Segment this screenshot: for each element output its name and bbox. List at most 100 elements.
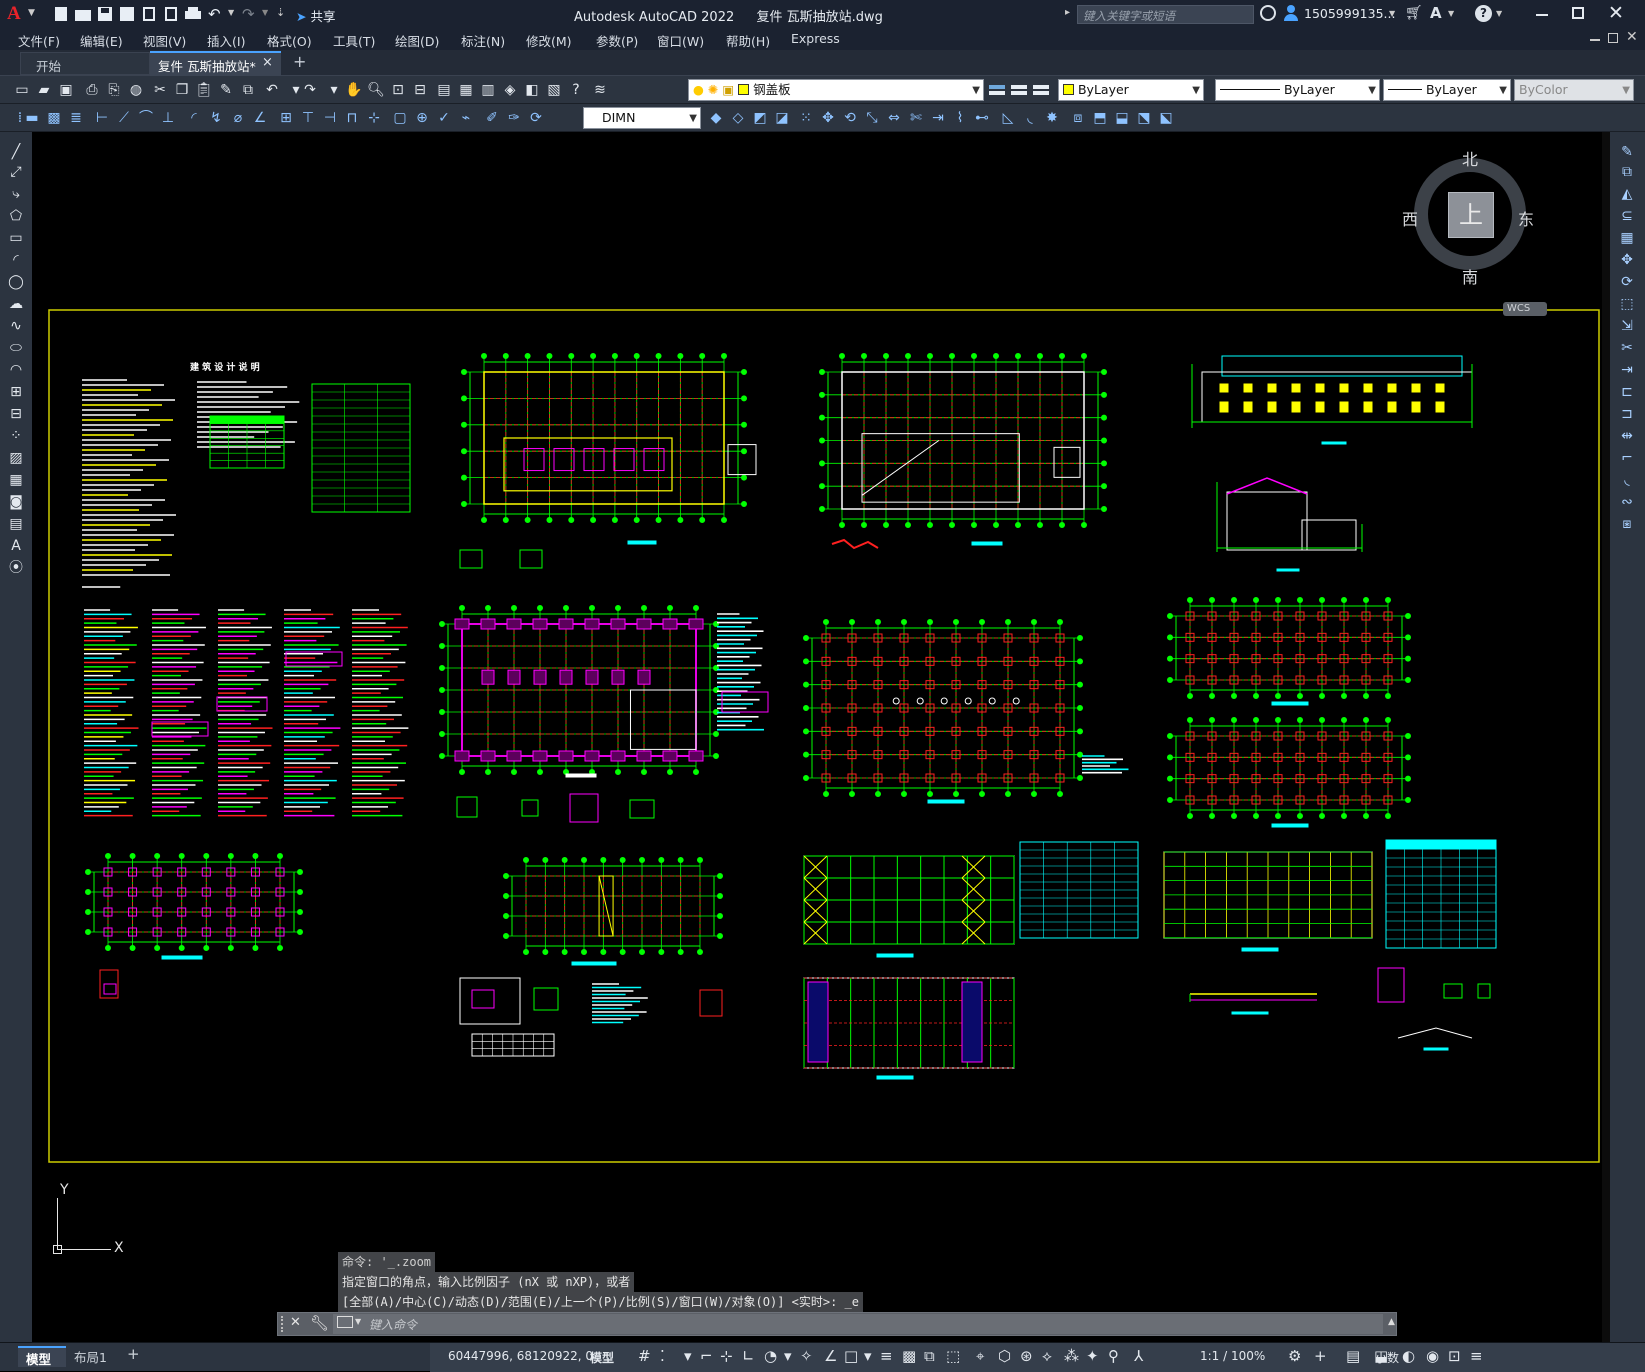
inspect-icon[interactable]: ✓ <box>434 108 454 128</box>
vertical-scrollbar[interactable] <box>1602 132 1610 1342</box>
compass-north[interactable]: 北 <box>1462 146 1478 170</box>
annotation-visibility-icon[interactable]: ⟡ <box>1042 1347 1052 1365</box>
app-menu-arrow-icon[interactable]: ▼ <box>28 8 35 18</box>
quickcalc-icon[interactable]: ▧ <box>544 80 564 100</box>
block-editor-icon[interactable]: ⧉ <box>238 80 258 100</box>
3dosnap-icon[interactable]: ⬚ <box>946 1347 960 1365</box>
viewcube-face-top[interactable]: 上 <box>1448 192 1494 238</box>
revcloud-icon[interactable]: ☁ <box>5 294 27 314</box>
dim-diameter-icon[interactable]: ⌀ <box>228 108 248 128</box>
menu-help[interactable]: 帮助(H) <box>726 31 770 50</box>
lineweight-icon[interactable]: ≡ <box>880 1347 893 1365</box>
plotstyle-combo[interactable]: ByColor ▼ <box>1514 79 1634 101</box>
chamfer-icon[interactable]: ◺ <box>998 108 1018 128</box>
open-from-web-icon[interactable] <box>140 5 158 23</box>
dynamic-ucs-icon[interactable]: ⌖ <box>976 1347 984 1365</box>
user-dropdown-icon[interactable]: ▼ <box>1389 9 1395 18</box>
explode-object-icon[interactable]: ⧆ <box>1616 514 1638 534</box>
ortho-icon[interactable]: ∟ <box>742 1347 755 1365</box>
share-button[interactable]: ➤ 共享 <box>296 6 335 24</box>
dim-update-icon[interactable]: ⟳ <box>526 108 546 128</box>
save-icon[interactable] <box>96 5 114 23</box>
dim-arc-icon[interactable]: ⌒ <box>136 108 156 128</box>
center-mark-icon[interactable]: ⊕ <box>412 108 432 128</box>
erase-icon[interactable]: ✎ <box>1616 142 1638 162</box>
mtext-icon[interactable]: A <box>5 536 27 556</box>
stretch-icon[interactable]: ⇔ <box>884 108 904 128</box>
send-back-icon[interactable]: ⬓ <box>1112 108 1132 128</box>
viewcube[interactable]: 上 北 南 东 西 <box>1402 146 1542 296</box>
menu-modify[interactable]: 修改(M) <box>526 31 572 50</box>
dim-aligned-icon[interactable]: ⟋ <box>114 108 134 128</box>
user-name[interactable]: 1505999135... <box>1304 6 1395 21</box>
array-object-icon[interactable]: ▦ <box>1616 228 1638 248</box>
break-icon[interactable]: ⌇ <box>950 108 970 128</box>
wcs-menu-button[interactable]: WCS <box>1503 302 1547 316</box>
layer-isolate-icon[interactable]: ▩ <box>44 108 64 128</box>
annotation-scale-icon[interactable]: ⅄ <box>1134 1347 1143 1365</box>
chamfer-object-icon[interactable]: ⌐ <box>1616 448 1638 468</box>
transparency-icon[interactable]: ▩ <box>902 1347 916 1365</box>
snap-dropdown-icon[interactable]: ▾ <box>684 1347 692 1365</box>
redo-icon[interactable]: ↷ <box>242 5 260 23</box>
tab-active-drawing[interactable]: 复件 瓦斯抽放站* × <box>150 51 281 76</box>
dim-break-icon[interactable]: ⊹ <box>364 108 384 128</box>
layer-manager-icon[interactable]: ≋ <box>590 80 610 100</box>
dim-angular-icon[interactable]: ∠ <box>250 108 270 128</box>
maximize-icon[interactable] <box>1572 7 1584 19</box>
copy-icon[interactable]: ❐ <box>172 80 192 100</box>
fillet-icon[interactable]: ◟ <box>1020 108 1040 128</box>
selection-filter-icon[interactable]: ⬡ <box>998 1347 1011 1365</box>
properties-icon[interactable]: ▤ <box>434 80 454 100</box>
zoom-window-icon[interactable]: ⊡ <box>388 80 408 100</box>
osnap-icon[interactable]: □ <box>844 1347 858 1365</box>
dim-text-edit-icon[interactable]: ✑ <box>504 108 524 128</box>
move-tb2-icon[interactable]: ✥ <box>818 108 838 128</box>
construction-line-icon[interactable]: ⤢ <box>5 162 27 182</box>
search-input[interactable]: 键入关键字或短语 <box>1077 5 1254 24</box>
minimize-icon[interactable] <box>1536 14 1548 16</box>
annotation-scale[interactable]: 1:1 / 100% <box>1200 1349 1265 1363</box>
customize-icon[interactable]: ≡ <box>1470 1347 1483 1365</box>
mirror-object-icon[interactable]: ◭ <box>1616 184 1638 204</box>
snap-icon[interactable]: ⁚ <box>660 1347 665 1365</box>
make-current-layer-icon[interactable] <box>988 81 1006 99</box>
hardware-accel-icon[interactable]: ◉ <box>1426 1347 1439 1365</box>
paste-icon[interactable]: 📋︎ <box>194 80 214 100</box>
circle-icon[interactable]: ◯ <box>5 272 27 292</box>
ellipse-arc-icon[interactable]: ◠ <box>5 360 27 380</box>
autocad-logo-icon[interactable]: A <box>7 3 27 25</box>
redo-tb-dropdown-icon[interactable]: ▾ <box>324 80 344 100</box>
layer-previous-icon[interactable] <box>1010 81 1028 99</box>
selection-cycling-icon[interactable]: ⧉ <box>924 1347 935 1365</box>
quick-properties-icon[interactable]: ▤ <box>1346 1347 1360 1365</box>
menu-express[interactable]: Express <box>791 31 840 46</box>
text-front-icon[interactable]: ⬔ <box>1134 108 1154 128</box>
dim-space-icon[interactable]: ⊓ <box>342 108 362 128</box>
dimstyle-combo[interactable]: DIMN ▼ <box>583 107 701 129</box>
polar-icon[interactable]: ◔ <box>764 1347 777 1365</box>
lineweight-combo[interactable]: ByLayer ▼ <box>1383 79 1511 101</box>
extend-icon[interactable]: ⇥ <box>928 108 948 128</box>
annotation-monitor-icon[interactable]: ✦ <box>1086 1347 1099 1365</box>
command-close-icon[interactable]: ✕ <box>290 1315 301 1330</box>
plus-icon[interactable]: + <box>1314 1347 1327 1365</box>
help-icon[interactable]: ? <box>1475 5 1492 22</box>
annoscale-icon[interactable]: ⚲ <box>1108 1347 1119 1365</box>
color-combo[interactable]: ByLayer ▼ <box>1058 79 1204 101</box>
osnap-tracking-icon[interactable]: ∠ <box>824 1347 837 1365</box>
pan-icon[interactable]: ✋ <box>344 80 364 100</box>
gradient-icon[interactable]: ▦ <box>5 470 27 490</box>
add-layout-button[interactable]: + <box>127 1345 140 1363</box>
polar-dropdown-icon[interactable]: ▾ <box>784 1347 792 1365</box>
help-dropdown-icon[interactable]: ▼ <box>1496 9 1502 18</box>
save-to-web-icon[interactable] <box>162 5 180 23</box>
add-selected-icon[interactable]: ⦿ <box>5 558 27 578</box>
menu-draw[interactable]: 绘图(D) <box>395 31 439 50</box>
move-object-icon[interactable]: ✥ <box>1616 250 1638 270</box>
layer-tools-icon[interactable] <box>1032 81 1050 99</box>
dim-baseline-icon[interactable]: ⊤ <box>298 108 318 128</box>
plot-preview-icon[interactable]: ⎘ <box>104 80 124 100</box>
rectangle-icon[interactable]: ▭ <box>5 228 27 248</box>
rotate-object-icon[interactable]: ⟳ <box>1616 272 1638 292</box>
